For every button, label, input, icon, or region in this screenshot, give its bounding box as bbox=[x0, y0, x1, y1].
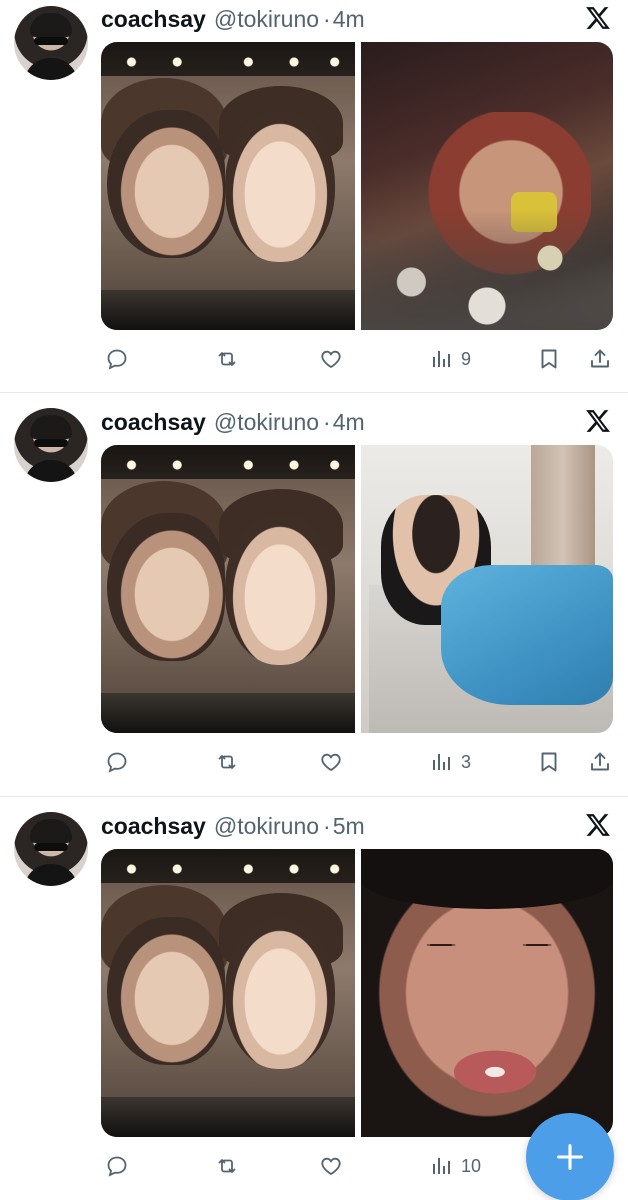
author-handle[interactable]: @tokiruno bbox=[214, 813, 319, 840]
views-button[interactable]: 10 bbox=[429, 1151, 481, 1181]
media-grid[interactable] bbox=[101, 849, 613, 1137]
retweet-button[interactable] bbox=[215, 1151, 239, 1181]
retweet-icon bbox=[218, 1159, 236, 1173]
author-handle[interactable]: @tokiruno bbox=[214, 409, 319, 436]
like-icon bbox=[321, 753, 341, 772]
concert-photo[interactable] bbox=[101, 849, 355, 1137]
like-button[interactable] bbox=[319, 1151, 343, 1181]
like-button[interactable] bbox=[319, 747, 343, 777]
views-count: 10 bbox=[461, 1155, 482, 1176]
reply-button[interactable] bbox=[105, 344, 129, 374]
compose-button[interactable] bbox=[526, 1113, 614, 1200]
tweet[interactable]: coachsay @tokiruno · 4m 9 bbox=[0, 0, 628, 394]
hospital-photo[interactable] bbox=[361, 445, 613, 733]
like-button[interactable] bbox=[319, 344, 343, 374]
reply-button[interactable] bbox=[105, 747, 129, 777]
reply-icon bbox=[107, 1156, 127, 1177]
x-logo-icon[interactable] bbox=[585, 408, 611, 434]
plus-icon bbox=[557, 1144, 583, 1170]
separator-dot: · bbox=[323, 408, 331, 435]
author-handle[interactable]: @tokiruno bbox=[214, 6, 319, 33]
action-bar: 9 bbox=[101, 344, 613, 374]
concert-photo[interactable] bbox=[101, 42, 355, 330]
action-bar: 3 bbox=[101, 747, 613, 777]
views-count: 3 bbox=[461, 751, 472, 772]
avatar[interactable] bbox=[14, 6, 88, 80]
retweet-button[interactable] bbox=[215, 344, 239, 374]
views-icon bbox=[433, 1158, 450, 1174]
timestamp[interactable]: 4m bbox=[333, 6, 365, 33]
share-icon bbox=[591, 752, 609, 771]
media-grid[interactable] bbox=[101, 42, 613, 330]
floor-photo[interactable] bbox=[361, 42, 613, 330]
bookmark-button[interactable] bbox=[537, 344, 561, 374]
separator-dot: · bbox=[323, 812, 331, 839]
crying-photo[interactable] bbox=[361, 849, 613, 1137]
tweet[interactable]: coachsay @tokiruno · 4m 3 bbox=[0, 394, 628, 798]
divider bbox=[0, 796, 628, 797]
reply-icon bbox=[107, 349, 127, 370]
share-button[interactable] bbox=[588, 344, 612, 374]
share-button[interactable] bbox=[588, 747, 612, 777]
media-grid[interactable] bbox=[101, 445, 613, 733]
reply-button[interactable] bbox=[105, 1151, 129, 1181]
like-icon bbox=[321, 350, 341, 369]
tweet-header: coachsay @tokiruno · 5m bbox=[101, 811, 365, 841]
timestamp[interactable]: 5m bbox=[333, 813, 365, 840]
x-logo-icon[interactable] bbox=[585, 812, 611, 838]
bookmark-button[interactable] bbox=[537, 747, 561, 777]
timestamp[interactable]: 4m bbox=[333, 409, 365, 436]
reply-icon bbox=[107, 752, 127, 773]
author-name[interactable]: coachsay bbox=[101, 6, 206, 33]
divider bbox=[0, 392, 628, 393]
views-icon bbox=[433, 754, 450, 770]
x-logo-icon[interactable] bbox=[585, 5, 611, 31]
share-icon bbox=[591, 349, 609, 368]
retweet-icon bbox=[218, 352, 236, 366]
author-name[interactable]: coachsay bbox=[101, 813, 206, 840]
retweet-button[interactable] bbox=[215, 747, 239, 777]
bookmark-icon bbox=[541, 752, 557, 772]
author-name[interactable]: coachsay bbox=[101, 409, 206, 436]
separator-dot: · bbox=[323, 5, 331, 32]
avatar[interactable] bbox=[14, 408, 88, 482]
bookmark-icon bbox=[541, 349, 557, 369]
views-button[interactable]: 9 bbox=[429, 344, 471, 374]
views-icon bbox=[433, 351, 450, 367]
concert-photo[interactable] bbox=[101, 445, 355, 733]
views-count: 9 bbox=[461, 348, 472, 369]
views-button[interactable]: 3 bbox=[429, 747, 471, 777]
tweet-header: coachsay @tokiruno · 4m bbox=[101, 4, 365, 34]
tweet-header: coachsay @tokiruno · 4m bbox=[101, 407, 365, 437]
retweet-icon bbox=[218, 755, 236, 769]
like-icon bbox=[321, 1157, 341, 1176]
avatar[interactable] bbox=[14, 812, 88, 886]
